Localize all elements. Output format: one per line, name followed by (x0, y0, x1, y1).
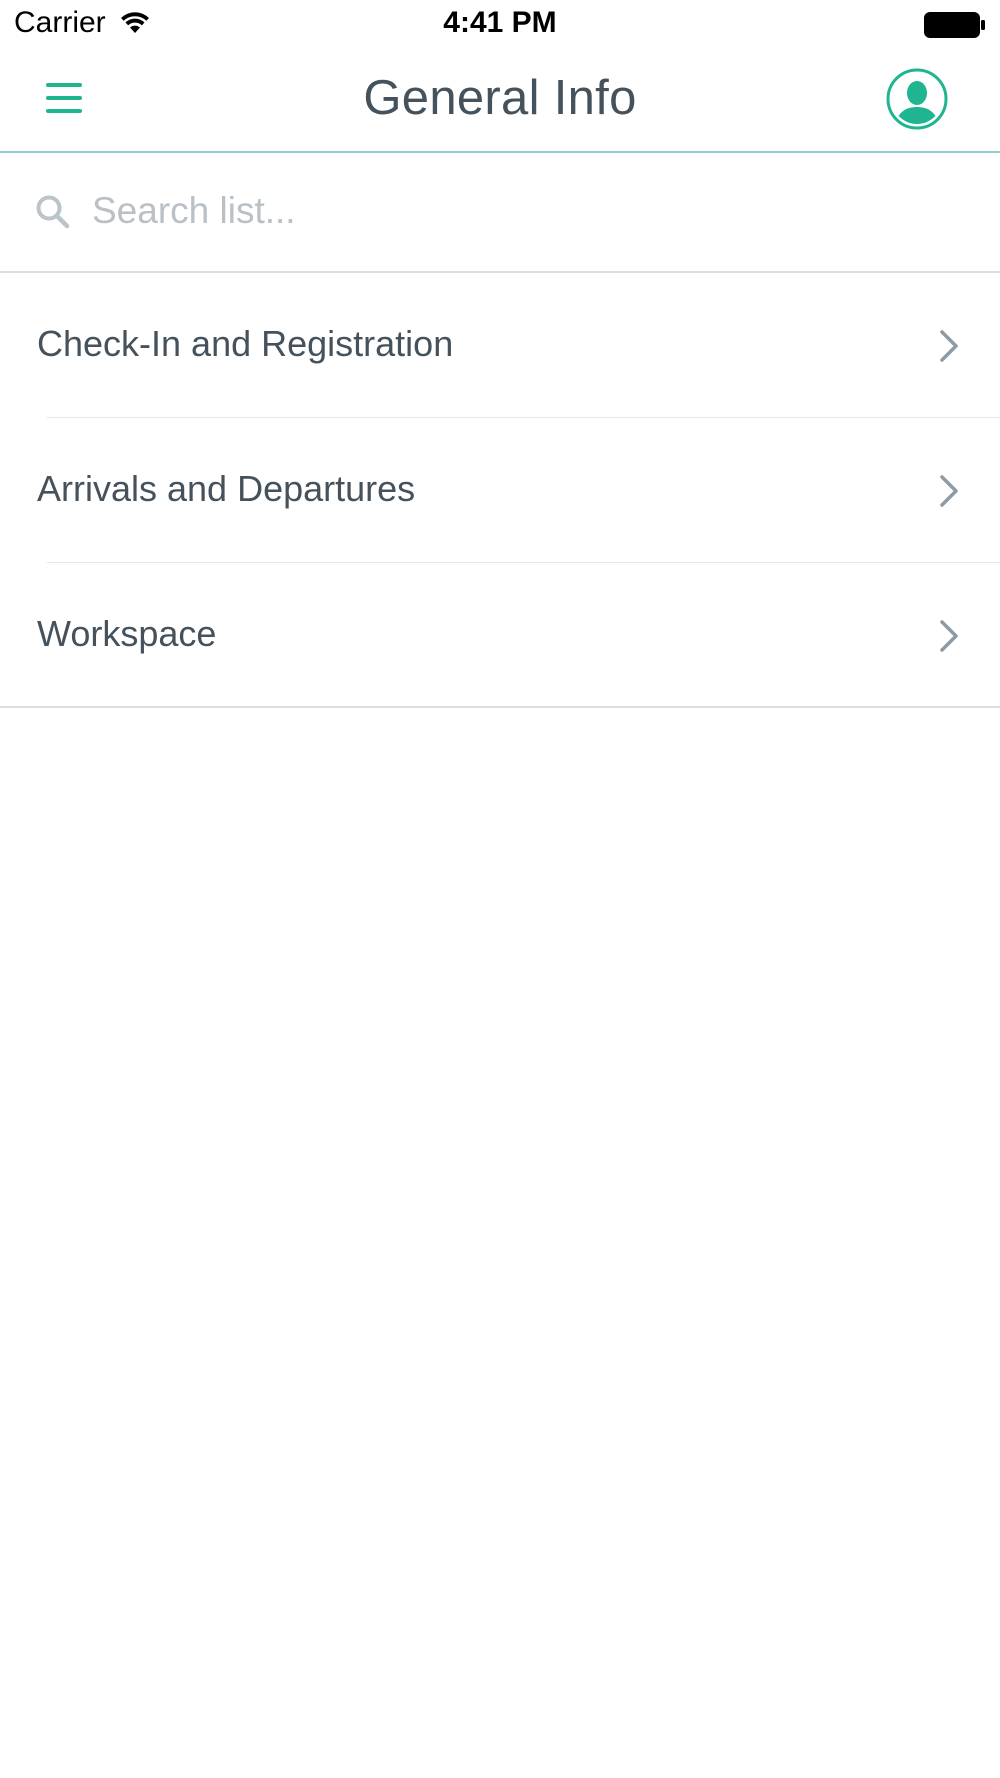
page-title: General Info (363, 71, 637, 125)
search-bar (0, 153, 1000, 273)
list-divider (0, 706, 1000, 708)
chevron-right-icon (938, 474, 960, 508)
list-item-check-in-and-registration[interactable]: Check-In and Registration (0, 273, 1000, 418)
battery-icon (924, 12, 986, 38)
status-bar: Carrier 4:41 PM (0, 0, 1000, 50)
chevron-right-icon (938, 619, 960, 653)
status-time: 4:41 PM (443, 6, 557, 39)
list-item-label: Check-In and Registration (37, 323, 454, 364)
user-avatar-icon[interactable] (886, 68, 948, 130)
search-input[interactable] (92, 183, 932, 239)
list-item-label: Arrivals and Departures (37, 468, 416, 509)
search-icon (34, 193, 72, 231)
chevron-right-icon (938, 329, 960, 363)
list-item-arrivals-and-departures[interactable]: Arrivals and Departures (0, 418, 1000, 563)
info-list: Check-In and Registration Arrivals and D… (0, 273, 1000, 708)
list-item-workspace[interactable]: Workspace (0, 563, 1000, 708)
list-item-label: Workspace (37, 613, 217, 654)
navigation-bar: General Info (0, 50, 1000, 153)
